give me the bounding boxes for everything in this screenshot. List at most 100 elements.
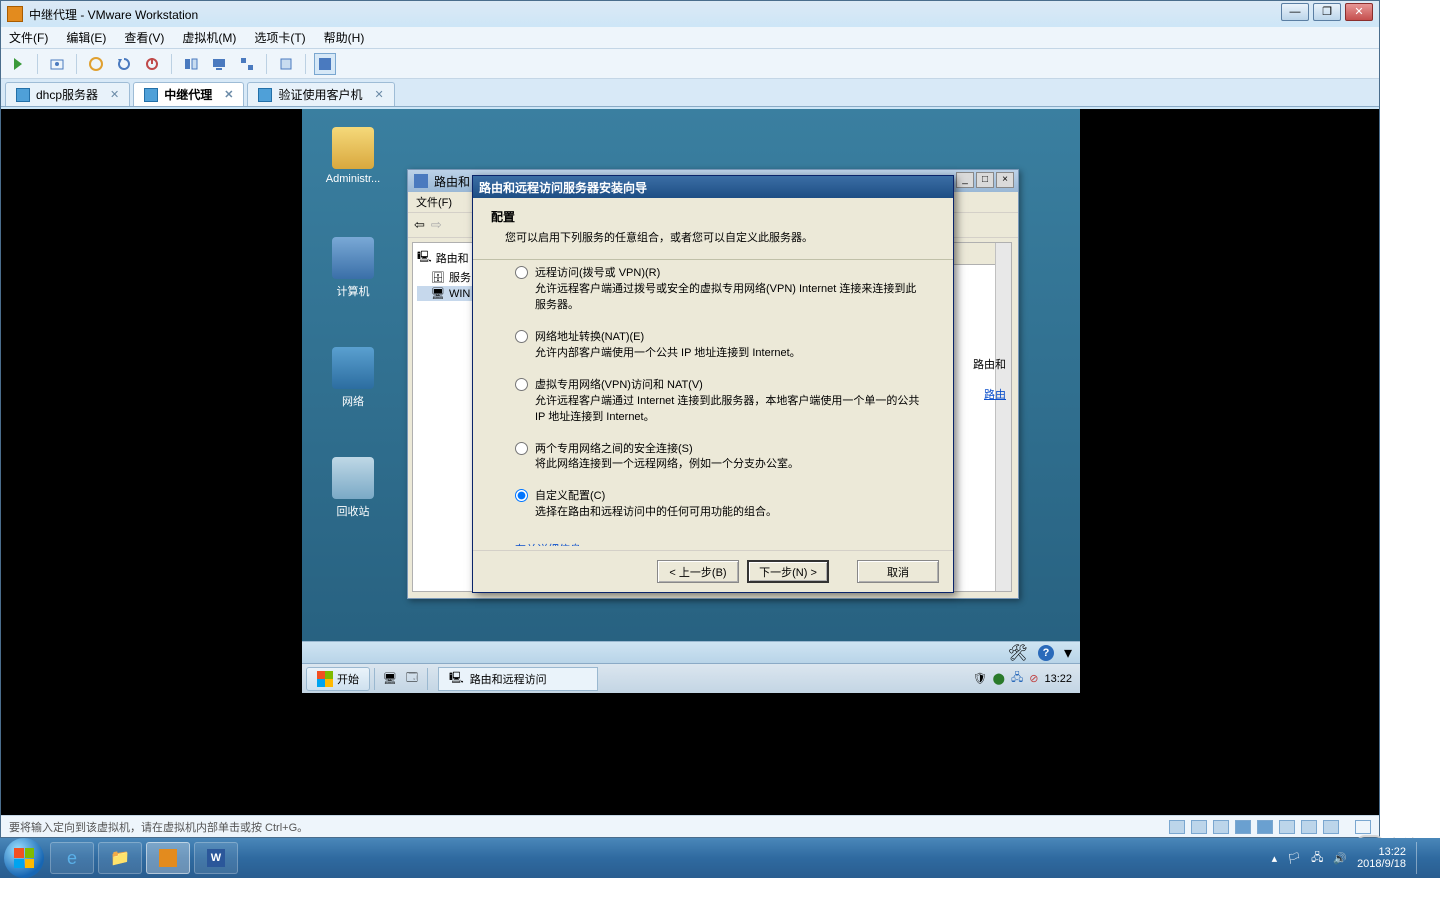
tray-alert-icon[interactable]: ⊘: [1029, 672, 1038, 685]
option-nat[interactable]: 网络地址转换(NAT)(E) 允许内部客户端使用一个公共 IP 地址连接到 In…: [515, 328, 925, 364]
help-icon[interactable]: ?: [1038, 645, 1054, 661]
quicklaunch-icon[interactable]: 🗔: [401, 668, 423, 690]
tab-dhcp[interactable]: dhcp服务器 ✕: [5, 82, 130, 106]
start-button[interactable]: 开始: [306, 667, 370, 691]
tray-security-icon[interactable]: 🛡: [973, 672, 987, 685]
window-title: 中继代理 - VMware Workstation: [29, 6, 198, 23]
view-unity-icon[interactable]: [236, 53, 258, 75]
option-desc: 允许远程客户端通过拨号或安全的虚拟专用网络(VPN) Internet 连接来连…: [535, 282, 925, 314]
option-custom[interactable]: 自定义配置(C) 选择在路由和远程访问中的任何可用功能的组合。: [515, 487, 925, 523]
menubar: 文件(F) 编辑(E) 查看(V) 虚拟机(M) 选项卡(T) 帮助(H): [1, 27, 1379, 49]
menu-help[interactable]: 帮助(H): [324, 29, 365, 46]
more-info-link[interactable]: 有关详细信息: [515, 541, 581, 546]
close-button[interactable]: ✕: [1345, 3, 1373, 21]
vmware-window: 中继代理 - VMware Workstation — ❐ ✕ 文件(F) 编辑…: [0, 0, 1380, 838]
option-label: 虚拟专用网络(VPN)访问和 NAT(V): [535, 378, 925, 394]
back-icon[interactable]: ⇦: [414, 217, 425, 233]
back-button[interactable]: < 上一步(B): [657, 560, 739, 583]
option-desc: 选择在路由和远程访问中的任何可用功能的组合。: [535, 505, 925, 521]
clock[interactable]: 13:22: [1044, 673, 1072, 685]
menu-file[interactable]: 文件(F): [9, 29, 48, 46]
mmc-minimize-button[interactable]: _: [956, 172, 974, 188]
wizard-heading: 配置: [491, 208, 935, 225]
tab-client[interactable]: 验证使用客户机 ✕: [247, 82, 394, 106]
radio-nat[interactable]: [515, 330, 528, 343]
suspend-icon[interactable]: [85, 53, 107, 75]
option-site-to-site[interactable]: 两个专用网络之间的安全连接(S) 将此网络连接到一个远程网络，例如一个分支办公室…: [515, 440, 925, 476]
recycle-icon: [332, 457, 374, 499]
taskbar-item-rras[interactable]: 🖳 路由和远程访问: [438, 667, 598, 691]
option-vpn-nat[interactable]: 虚拟专用网络(VPN)访问和 NAT(V) 允许远程客户端通过 Internet…: [515, 376, 925, 428]
tab-close-icon[interactable]: ✕: [375, 88, 384, 101]
desktop-icon-administrator[interactable]: Administr...: [318, 127, 388, 185]
mmc-menu-file[interactable]: 文件(F): [416, 194, 452, 210]
guest-taskbar: 开始 🖥 🗔 🖳 路由和远程访问 🛡 ⬤ 🖧 ⊘ 13:22: [302, 663, 1080, 693]
desktop-icon-network[interactable]: 网络: [318, 347, 388, 409]
radio-vpn-nat[interactable]: [515, 378, 528, 391]
menu-edit[interactable]: 编辑(E): [66, 29, 106, 46]
host-clock-date[interactable]: 2018/9/18: [1357, 858, 1406, 870]
maximize-button[interactable]: ❐: [1313, 3, 1341, 21]
device-cd-icon[interactable]: [1191, 820, 1207, 834]
guest-desktop[interactable]: Administr... 计算机 网络 回收站 路由和 _: [302, 109, 1080, 693]
view-console-icon[interactable]: [208, 53, 230, 75]
poweroff-icon[interactable]: [141, 53, 163, 75]
scrollbar[interactable]: [995, 243, 1011, 591]
next-button[interactable]: 下一步(N) >: [747, 560, 829, 583]
device-printer-icon[interactable]: [1301, 820, 1317, 834]
taskbar-word-icon[interactable]: W: [194, 842, 238, 874]
minimize-button[interactable]: —: [1281, 3, 1309, 21]
tray-network2-icon[interactable]: 🖧: [1011, 669, 1023, 688]
device-sound-icon[interactable]: [1323, 820, 1339, 834]
host-clock-time[interactable]: 13:22: [1357, 846, 1406, 858]
device-hdd-icon[interactable]: [1169, 820, 1185, 834]
tab-close-icon[interactable]: ✕: [110, 88, 119, 101]
cancel-button[interactable]: 取消: [857, 560, 939, 583]
tray-flag-icon[interactable]: 🏳: [1287, 852, 1301, 865]
tray-volume-icon[interactable]: 🔊: [1333, 852, 1347, 865]
tray-network-icon[interactable]: ⬤: [993, 672, 1005, 685]
tab-relay[interactable]: 中继代理 ✕: [133, 82, 244, 106]
tray-network-icon[interactable]: 🖧: [1311, 849, 1323, 868]
tab-close-icon[interactable]: ✕: [224, 88, 233, 101]
mmc-help-link[interactable]: 路由: [984, 386, 1006, 402]
message-icon[interactable]: [1355, 820, 1371, 834]
menu-tabs[interactable]: 选项卡(T): [254, 29, 305, 46]
show-desktop-icon[interactable]: 🖥: [379, 668, 401, 690]
vm-viewport[interactable]: Administr... 计算机 网络 回收站 路由和 _: [1, 109, 1379, 815]
icon-label: Administr...: [318, 173, 388, 185]
library-icon[interactable]: [275, 53, 297, 75]
tray-chevron-up-icon[interactable]: ▴: [1272, 852, 1278, 865]
fullscreen-icon[interactable]: [314, 53, 336, 75]
host-start-button[interactable]: [4, 838, 44, 878]
menu-view[interactable]: 查看(V): [124, 29, 164, 46]
taskbar-ie-icon[interactable]: e: [50, 842, 94, 874]
tools-icon[interactable]: 🛠: [1008, 643, 1028, 663]
desktop-icon-recyclebin[interactable]: 回收站: [318, 457, 388, 519]
chevron-down-icon[interactable]: ▾: [1064, 643, 1072, 663]
mmc-maximize-button[interactable]: □: [976, 172, 994, 188]
reset-icon[interactable]: [113, 53, 135, 75]
desktop-icon-computer[interactable]: 计算机: [318, 237, 388, 299]
radio-site-to-site[interactable]: [515, 442, 528, 455]
mmc-close-button[interactable]: ×: [996, 172, 1014, 188]
show-desktop-button[interactable]: [1416, 842, 1426, 874]
forward-icon: ⇨: [431, 217, 442, 233]
taskbar-vmware-icon[interactable]: [146, 842, 190, 874]
power-on-icon[interactable]: [7, 53, 29, 75]
device-usb-icon[interactable]: [1279, 820, 1295, 834]
device-net2-icon[interactable]: [1257, 820, 1273, 834]
guest-language-bar: 🛠 ? ▾: [302, 641, 1080, 663]
device-net-icon[interactable]: [1235, 820, 1251, 834]
device-floppy-icon[interactable]: [1213, 820, 1229, 834]
taskbar-explorer-icon[interactable]: 📁: [98, 842, 142, 874]
menu-vm[interactable]: 虚拟机(M): [182, 29, 236, 46]
radio-remote-access[interactable]: [515, 266, 528, 279]
wizard-titlebar[interactable]: 路由和远程访问服务器安装向导: [473, 176, 953, 198]
option-remote-access[interactable]: 远程访问(拨号或 VPN)(R) 允许远程客户端通过拨号或安全的虚拟专用网络(V…: [515, 264, 925, 316]
snapshot-icon[interactable]: [46, 53, 68, 75]
window-titlebar[interactable]: 中继代理 - VMware Workstation — ❐ ✕: [1, 1, 1379, 27]
radio-custom[interactable]: [515, 489, 528, 502]
view-single-icon[interactable]: [180, 53, 202, 75]
option-desc: 允许内部客户端使用一个公共 IP 地址连接到 Internet。: [535, 346, 925, 362]
